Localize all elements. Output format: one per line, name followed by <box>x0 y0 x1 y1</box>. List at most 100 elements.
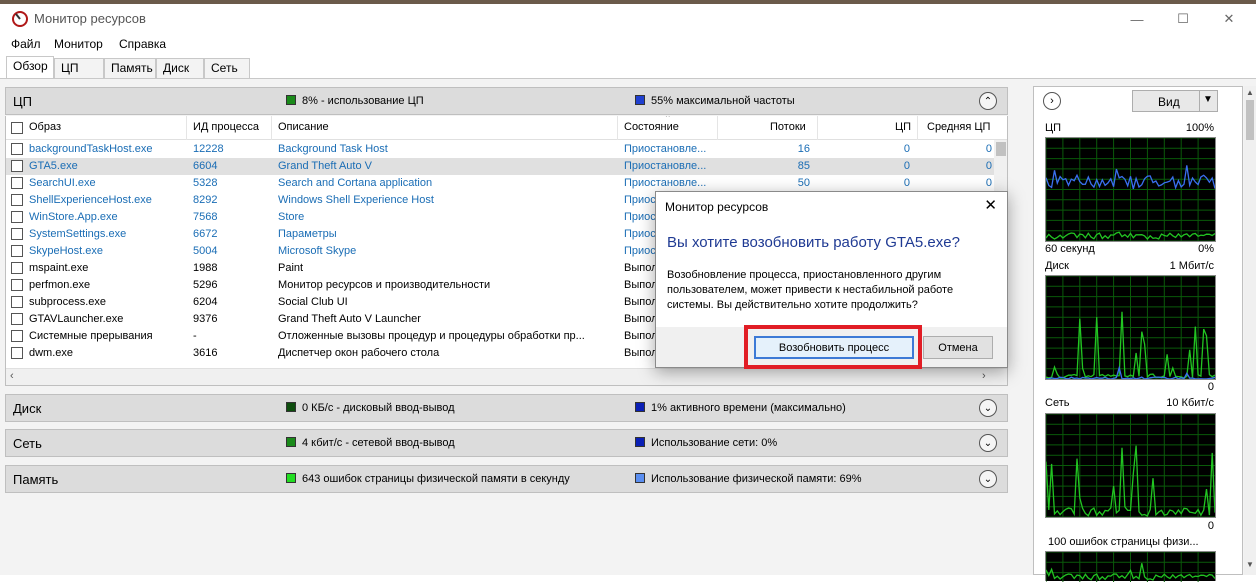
memory-graph-label: 100 ошибок страницы физи... <box>1048 536 1199 548</box>
menu-monitor[interactable]: Монитор <box>54 37 103 51</box>
row-checkbox[interactable] <box>11 279 23 291</box>
cpu-graph-min: 0% <box>1198 243 1214 255</box>
row-checkbox[interactable] <box>11 228 23 240</box>
chevron-down-icon[interactable]: ⌄ <box>979 470 997 488</box>
select-all-checkbox[interactable] <box>11 122 23 134</box>
column-separator <box>271 116 272 140</box>
table-row[interactable]: backgroundTaskHost.exe 12228 Background Ta… <box>6 141 996 158</box>
horizontal-scrollbar[interactable]: ‹ › <box>6 368 1007 385</box>
menu-help[interactable]: Справка <box>119 37 166 51</box>
row-checkbox[interactable] <box>11 143 23 155</box>
minimize-button[interactable]: — <box>1114 4 1160 34</box>
tab-memory[interactable]: Память <box>104 58 156 78</box>
dialog-close-icon[interactable]: ✕ <box>984 196 997 214</box>
cell-image: Системные прерывания <box>29 330 153 342</box>
title-bar: Монитор ресурсов — ☐ ✕ <box>0 4 1256 34</box>
disk-io-text: 0 КБ/с - дисковый ввод-вывод <box>302 402 455 414</box>
tab-cpu[interactable]: ЦП <box>54 58 104 78</box>
menu-bar: Файл Монитор Справка <box>0 34 1256 54</box>
cell-avg: 0 <box>985 177 992 189</box>
network-graph-plot <box>1045 413 1216 518</box>
scroll-left-icon[interactable]: ‹ <box>10 370 14 382</box>
cell-image: SearchUI.exe <box>29 177 96 189</box>
blue-square-icon <box>635 402 645 412</box>
cell-threads: 85 <box>797 160 810 172</box>
network-graph-label: Сеть <box>1045 397 1070 409</box>
graphs-scrollbar[interactable]: ▲ ▼ <box>1244 86 1256 575</box>
column-cpu[interactable]: ЦП <box>895 121 911 133</box>
tab-network[interactable]: Сеть <box>204 58 250 78</box>
cell-avg: 0 <box>985 143 992 155</box>
table-row[interactable]: SearchUI.exe 5328 Search and Cortana appli… <box>6 175 996 192</box>
cell-pid: 5296 <box>193 279 218 291</box>
cell-cpu: 0 <box>903 177 910 189</box>
sort-arrow-icon: ⌃ <box>664 116 672 123</box>
scroll-up-icon[interactable]: ▲ <box>1246 88 1254 97</box>
row-checkbox[interactable] <box>11 330 23 342</box>
maximize-button[interactable]: ☐ <box>1160 4 1206 34</box>
row-checkbox[interactable] <box>11 347 23 359</box>
cell-pid: 6604 <box>193 160 218 172</box>
cell-desc: Paint <box>278 262 304 274</box>
column-avg-cpu[interactable]: Средняя ЦП <box>927 121 990 133</box>
disk-io-stat: 0 КБ/с - дисковый ввод-вывод <box>286 402 455 414</box>
table-row[interactable]: GTA5.exe 6604 Grand Theft Auto V Приостанов… <box>6 158 996 175</box>
network-io-stat: 4 кбит/с - сетевой ввод-вывод <box>286 437 455 449</box>
column-image[interactable]: Образ <box>29 121 61 133</box>
disk-active-stat: 1% активного времени (максимально) <box>635 402 846 414</box>
cell-desc: Монитор ресурсов и производительности <box>278 279 491 291</box>
chevron-down-icon[interactable]: ⌄ <box>979 434 997 452</box>
scroll-right-icon[interactable]: › <box>982 370 986 382</box>
cpu-usage-text: 8% - использование ЦП <box>302 95 424 107</box>
row-checkbox[interactable] <box>11 194 23 206</box>
row-checkbox[interactable] <box>11 296 23 308</box>
menu-file[interactable]: Файл <box>11 37 41 51</box>
scroll-thumb[interactable] <box>1246 100 1254 140</box>
cell-pid: 5004 <box>193 245 218 257</box>
cpu-section-header[interactable]: ЦП 8% - использование ЦП 55% максимально… <box>5 87 1008 115</box>
row-checkbox[interactable] <box>11 177 23 189</box>
tab-overview[interactable]: Обзор <box>6 56 54 78</box>
disk-active-text: 1% активного времени (максимально) <box>651 402 846 414</box>
row-checkbox[interactable] <box>11 160 23 172</box>
disk-graph <box>1045 275 1216 380</box>
cell-state: Приостановле... <box>624 143 707 155</box>
scroll-down-icon[interactable]: ▼ <box>1246 560 1254 569</box>
memory-faults-stat: 643 ошибок страницы физической памяти в … <box>286 473 570 485</box>
cpu-graph-plot <box>1045 137 1216 242</box>
row-checkbox[interactable] <box>11 245 23 257</box>
cpu-graph-label: ЦП <box>1045 122 1062 134</box>
chevron-up-icon[interactable]: ⌃ <box>979 92 997 110</box>
row-checkbox[interactable] <box>11 262 23 274</box>
disk-graph-label: Диск <box>1045 260 1069 272</box>
column-description[interactable]: Описание <box>278 121 329 133</box>
cancel-button[interactable]: Отмена <box>923 336 993 359</box>
resource-monitor-icon <box>12 11 28 27</box>
cell-pid: 6204 <box>193 296 218 308</box>
memory-section-header[interactable]: Память 643 ошибок страницы физической па… <box>5 465 1008 493</box>
row-checkbox[interactable] <box>11 211 23 223</box>
disk-graph-max: 1 Мбит/с <box>1169 260 1214 272</box>
blue-square-icon <box>635 437 645 447</box>
disk-section-header[interactable]: Диск 0 КБ/с - дисковый ввод-вывод 1% акт… <box>5 394 1008 422</box>
memory-usage-stat: Использование физической памяти: 69% <box>635 473 862 485</box>
chevron-down-icon[interactable]: ⌄ <box>979 399 997 417</box>
green-square-icon <box>286 402 296 412</box>
column-threads[interactable]: Потоки <box>770 121 806 133</box>
close-button[interactable]: ✕ <box>1206 4 1252 34</box>
column-pid[interactable]: ИД процесса <box>193 121 259 133</box>
view-dropdown[interactable]: Вид ▼ <box>1132 90 1218 112</box>
scroll-thumb[interactable] <box>996 142 1006 156</box>
blue-square-icon <box>635 95 645 105</box>
chevron-right-icon[interactable]: › <box>1043 92 1061 110</box>
cell-threads: 16 <box>797 143 810 155</box>
cell-cpu: 0 <box>903 160 910 172</box>
tab-disk[interactable]: Диск <box>156 58 204 78</box>
cell-desc: Microsoft Skype <box>278 245 357 257</box>
network-section-header[interactable]: Сеть 4 кбит/с - сетевой ввод-вывод Испол… <box>5 429 1008 457</box>
green-square-icon <box>286 473 296 483</box>
view-label: Вид <box>1158 95 1180 109</box>
column-separator <box>717 116 718 140</box>
cell-threads: 50 <box>797 177 810 189</box>
row-checkbox[interactable] <box>11 313 23 325</box>
